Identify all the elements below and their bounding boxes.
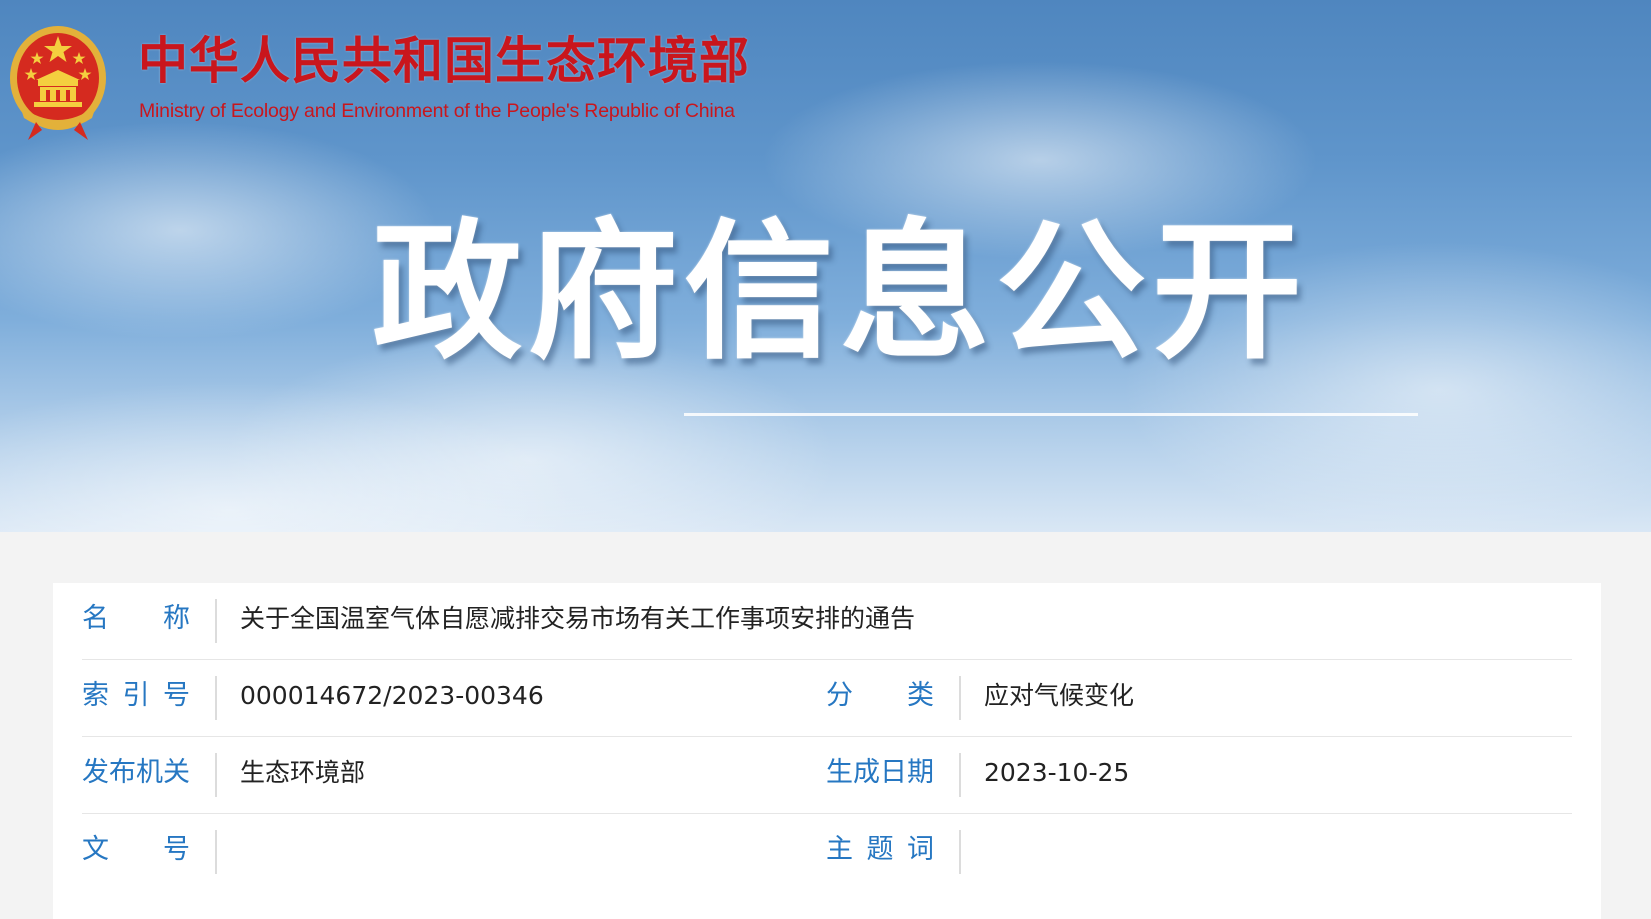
issuer-label: 发 布 机 关 <box>82 757 190 788</box>
index-no-value: 000014672/2023-00346 <box>240 681 544 710</box>
name-label: 名 称 <box>82 603 190 634</box>
document-info-card: 名 称 关于全国温室气体自愿减排交易市场有关工作事项安排的通告 索 引 号 00… <box>53 583 1601 919</box>
label-divider <box>959 830 961 874</box>
hero-divider <box>684 413 1418 416</box>
index-no-label: 索 引 号 <box>82 680 190 711</box>
label-divider <box>959 753 961 797</box>
label-divider <box>215 599 217 643</box>
category-value: 应对气候变化 <box>984 681 1135 710</box>
info-row-name: 名 称 关于全国温室气体自愿减排交易市场有关工作事项安排的通告 <box>82 583 1572 660</box>
label-divider <box>215 676 217 720</box>
info-row-docno: 文 号 主 题 词 <box>82 814 1572 890</box>
keywords-label: 主 题 词 <box>826 834 934 865</box>
date-value: 2023-10-25 <box>984 758 1130 787</box>
national-emblem-icon[interactable] <box>6 22 110 144</box>
date-label: 生 成 日 期 <box>826 757 934 788</box>
label-divider <box>215 753 217 797</box>
info-row-index: 索 引 号 000014672/2023-00346 分 类 应对气候变化 <box>82 660 1572 737</box>
category-label: 分 类 <box>826 680 934 711</box>
info-row-issuer: 发 布 机 关 生态环境部 生 成 日 期 2023-10-25 <box>82 737 1572 814</box>
name-value: 关于全国温室气体自愿减排交易市场有关工作事项安排的通告 <box>240 604 916 633</box>
site-title-cn[interactable]: 中华人民共和国生态环境部 <box>138 36 750 86</box>
doc-no-label: 文 号 <box>82 834 190 865</box>
label-divider <box>215 830 217 874</box>
hero-title: 政府信息公开 <box>372 206 1309 380</box>
header-banner: 中华人民共和国生态环境部 Ministry of Ecology and Env… <box>0 0 1651 532</box>
issuer-value: 生态环境部 <box>240 758 366 787</box>
label-divider <box>959 676 961 720</box>
site-title-en[interactable]: Ministry of Ecology and Environment of t… <box>139 100 735 123</box>
